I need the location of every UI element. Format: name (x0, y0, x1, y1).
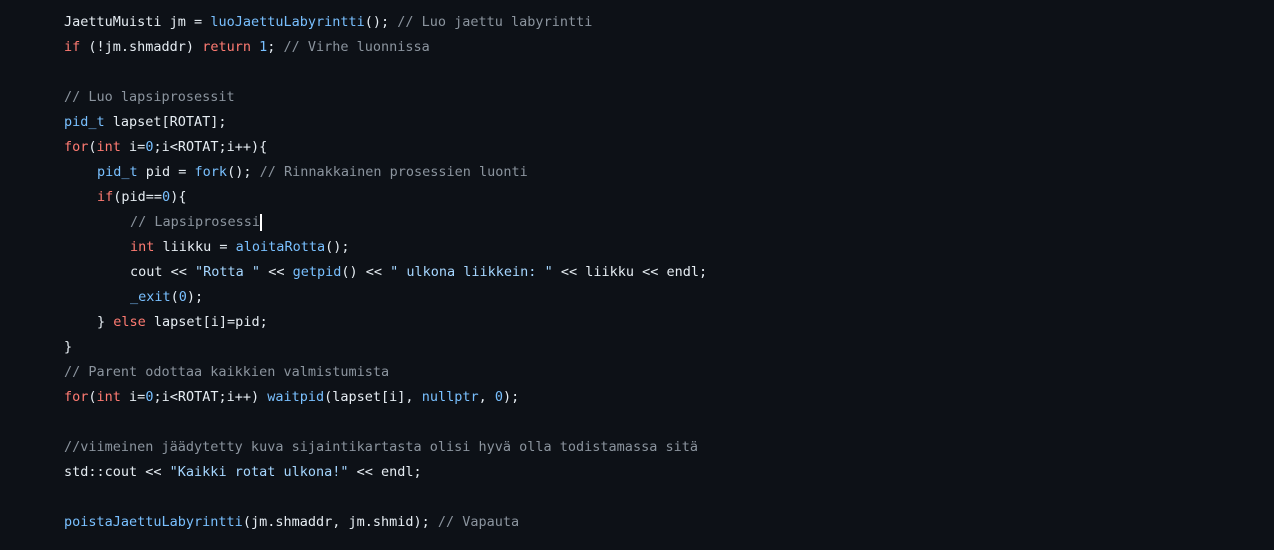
code-token: (); (227, 164, 260, 180)
code-token: ( (88, 389, 97, 405)
code-token: int (130, 239, 155, 255)
code-token: int (96, 139, 121, 155)
code-token: if (97, 189, 114, 205)
code-token: << liikku << endl; (552, 264, 708, 280)
code-line-1: JaettuMuisti jm = luoJaettuLabyrintti();… (64, 10, 707, 35)
code-token: (!jm.shmaddr) (80, 39, 203, 55)
code-line-16: for(int i= 0 ;i<ROTAT;i++) waitpid(lapset[… (64, 385, 707, 410)
code-line-4: // Luo lapsiprosessit (64, 85, 707, 110)
code-line-6: for(int i=0;i<ROTAT;i++){ (64, 135, 707, 160)
code-token: lapset[i]=pid; (145, 314, 268, 330)
code-token: << (260, 264, 293, 280)
code-token: _exit (130, 289, 171, 305)
code-token: else (113, 314, 146, 330)
code-token: ); (186, 289, 204, 305)
code-token: pid = (137, 164, 195, 180)
code-token: (); (325, 239, 350, 255)
code-token: ( (88, 139, 97, 155)
code-line-15: // Parent odottaa kaikkien valmistumista (64, 360, 707, 385)
code-token: // Luo jaettu labyrintti (397, 14, 593, 30)
code-token: fork (194, 164, 228, 180)
code-token: "Rotta " (195, 264, 261, 280)
code-token: ;i<ROTAT;i++){ (153, 139, 268, 155)
code-line-18: //viimeinen jäädytetty kuva sijaintikart… (64, 435, 707, 460)
code-token: (jm.shmaddr, jm.shmid); (242, 514, 438, 530)
code-token: () << (341, 264, 391, 280)
code-lines: JaettuMuisti jm = luoJaettuLabyrintti();… (64, 10, 707, 535)
code-token: , (478, 389, 495, 405)
code-token: nullptr (421, 389, 479, 405)
code-token: (); (364, 14, 398, 30)
code-token: getpid (292, 264, 342, 280)
code-line-10: int liikku = aloitaRotta(); (64, 235, 707, 260)
code-token: // Parent odottaa kaikkien valmistumista (64, 364, 390, 380)
code-line-19: std::cout << "Kaikki rotat ulkona!" << e… (64, 460, 707, 485)
code-token: ; (267, 39, 284, 55)
code-line-21: poistaJaettuLabyrintti(jm.shmaddr, jm.sh… (64, 510, 707, 535)
code-token: (pid== (113, 189, 163, 205)
code-token: i= (120, 139, 146, 155)
code-token: ( (170, 289, 179, 305)
code-token: //viimeinen jäädytetty kuva sijaintikart… (64, 439, 698, 455)
code-token: cout << (130, 264, 196, 280)
code-line-13: } else lapset[i]=pid; (64, 310, 707, 335)
code-token: luoJaettuLabyrintti (210, 14, 365, 30)
code-line-7: pid_t pid = fork(); // Rinnakkainen pros… (64, 160, 707, 185)
code-token: liikku = (154, 239, 236, 255)
code-token: 0 (162, 189, 171, 205)
code-token: // Luo lapsiprosessit (64, 89, 235, 105)
code-token: JaettuMuisti jm = (64, 14, 211, 30)
code-line-5: pid_t lapset[ROTAT]; (64, 110, 707, 135)
code-token: ;i<ROTAT;i++) (153, 389, 268, 405)
code-token: pid_t (97, 164, 138, 180)
code-line-8: if(pid==0){ (64, 185, 707, 210)
code-token: // Virhe luonnissa (283, 39, 430, 55)
code-line-12: _exit(0); (64, 285, 707, 310)
code-line-14: } (64, 335, 707, 360)
code-token: } (64, 339, 73, 355)
code-token: int (96, 389, 121, 405)
code-token: for (64, 389, 89, 405)
code-token: for (64, 139, 89, 155)
code-token: // Lapsiprosessi (130, 214, 261, 230)
code-editor[interactable]: JaettuMuisti jm = luoJaettuLabyrintti();… (0, 0, 1274, 550)
code-token: " ulkona liikkein: " (390, 264, 553, 280)
code-token: std::cout << (64, 464, 170, 480)
code-token: // Vapauta (437, 514, 520, 530)
code-token: (lapset[i], (324, 389, 422, 405)
code-token: return (202, 39, 251, 55)
code-token: 0 (178, 289, 187, 305)
code-line-2: if (!jm.shmaddr) return 1; // Virhe luon… (64, 35, 707, 60)
code-token: 0 (494, 389, 504, 405)
code-token: } (97, 314, 114, 330)
code-token: ); (503, 389, 520, 405)
code-token: "Kaikki rotat ulkona!" (169, 464, 349, 480)
text-cursor (260, 213, 263, 231)
code-token: ){ (170, 189, 187, 205)
code-line-11: cout << "Rotta " << getpid() << " ulkona… (64, 260, 707, 285)
code-token: waitpid (267, 389, 325, 405)
code-token: aloitaRotta (235, 239, 326, 255)
code-token: pid_t (64, 114, 105, 130)
code-line-9: // Lapsiprosessi (64, 210, 707, 235)
code-token: i= (120, 389, 146, 405)
code-token: // Rinnakkainen prosessien luonti (259, 164, 528, 180)
code-token: poistaJaettuLabyrintti (64, 514, 243, 530)
code-token: if (64, 39, 81, 55)
code-token: lapset[ROTAT]; (104, 114, 227, 130)
code-token: << endl; (348, 464, 422, 480)
